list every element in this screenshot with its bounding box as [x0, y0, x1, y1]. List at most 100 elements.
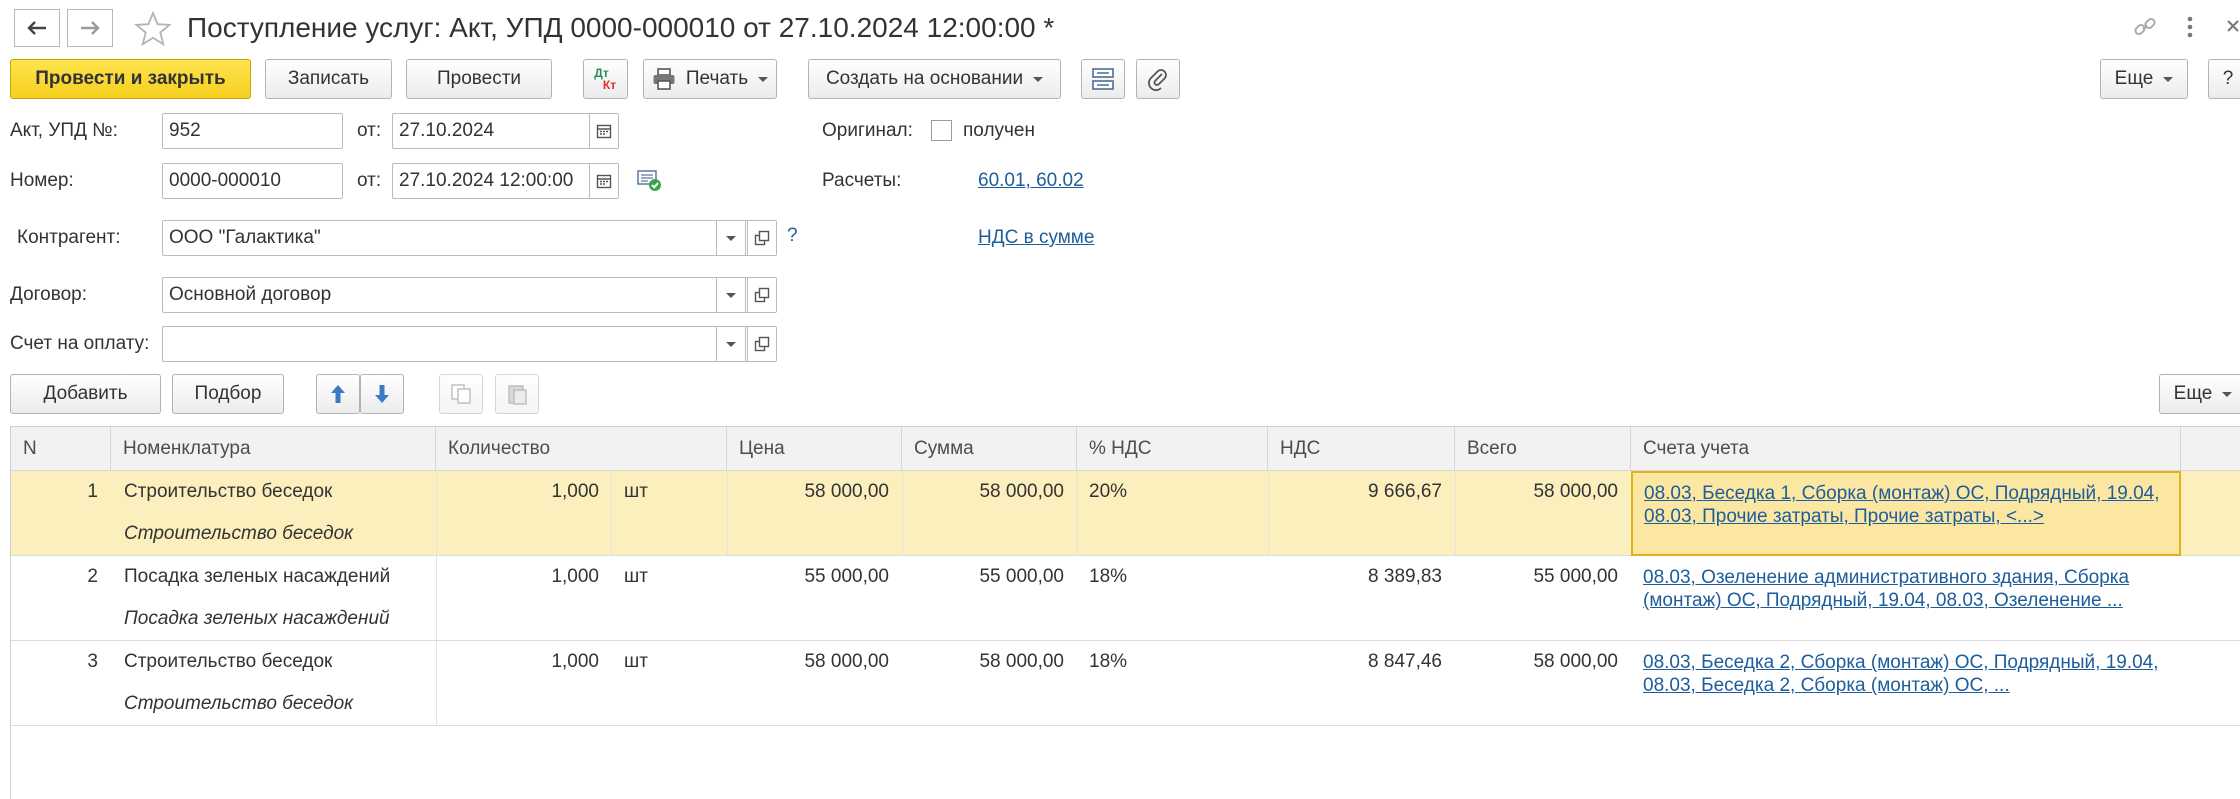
- copy-button[interactable]: [439, 374, 483, 414]
- vat-in-sum-link[interactable]: НДС в сумме: [978, 227, 1094, 249]
- column-header-price[interactable]: Цена: [727, 427, 902, 471]
- chevron-down-icon: [726, 341, 736, 347]
- row-name: Строительство беседок: [124, 481, 333, 502]
- act-number-field[interactable]: 952: [162, 113, 343, 149]
- chevron-down-icon: [2163, 76, 2174, 82]
- help-button[interactable]: ?: [2208, 59, 2240, 99]
- row-name-sub: Строительство беседок: [124, 693, 354, 714]
- column-header-vat[interactable]: НДС: [1268, 427, 1455, 471]
- arrow-left-icon: [27, 21, 46, 35]
- column-header-accounts[interactable]: Счета учета: [1631, 427, 2181, 471]
- structure-button[interactable]: [1081, 59, 1125, 99]
- counterparty-dropdown-button[interactable]: [716, 221, 746, 255]
- more-button[interactable]: Еще: [2100, 59, 2188, 99]
- add-row-button[interactable]: Добавить: [10, 374, 161, 414]
- close-icon[interactable]: [2226, 19, 2240, 33]
- back-button[interactable]: [14, 9, 60, 47]
- act-date-field[interactable]: 27.10.2024: [392, 113, 619, 149]
- row-sum: 58 000,00: [979, 651, 1064, 672]
- table-more-label: Еще: [2173, 383, 2213, 404]
- print-button-label: Печать: [685, 68, 749, 89]
- act-number-label: Акт, УПД №:: [10, 120, 118, 141]
- column-header-nomenclature[interactable]: Номенклатура: [111, 427, 436, 471]
- counterparty-help-link[interactable]: ?: [787, 225, 798, 247]
- row-vat-rate: 20%: [1089, 481, 1128, 502]
- contract-label: Договор:: [10, 284, 88, 305]
- settlements-label: Расчеты:: [822, 170, 902, 191]
- invoice-dropdown-button[interactable]: [716, 327, 746, 361]
- row-accounts-link[interactable]: 08.03, Озеленение административного здан…: [1631, 556, 2181, 641]
- act-date-label: от:: [357, 120, 382, 141]
- document-check-icon[interactable]: [637, 169, 663, 193]
- pick-button[interactable]: Подбор: [172, 374, 284, 414]
- number-field[interactable]: 0000-000010: [162, 163, 343, 199]
- counterparty-label: Контрагент:: [17, 227, 121, 248]
- create-based-on-button[interactable]: Создать на основании: [808, 59, 1061, 99]
- calendar-button[interactable]: [589, 114, 618, 148]
- settlements-link[interactable]: 60.01, 60.02: [978, 170, 1084, 192]
- more-vertical-icon[interactable]: [2186, 15, 2194, 39]
- chevron-down-icon: [758, 76, 769, 82]
- services-table: N Номенклатура Количество Цена Сумма % Н…: [10, 426, 2240, 799]
- save-button[interactable]: Записать: [265, 59, 392, 99]
- table-row[interactable]: 1 Строительство беседок Строительство бе…: [11, 471, 2240, 556]
- calendar-icon: [596, 174, 612, 189]
- move-up-button[interactable]: [316, 374, 360, 414]
- row-vat-rate: 18%: [1089, 651, 1128, 672]
- number-datetime-value: 27.10.2024 12:00:00: [399, 170, 574, 191]
- contract-dropdown-button[interactable]: [716, 278, 746, 312]
- favorite-star-icon[interactable]: [134, 11, 172, 47]
- row-name-sub: Посадка зеленых насаждений: [124, 608, 390, 629]
- dt-kt-button[interactable]: Дт Кт: [583, 59, 628, 99]
- calendar-icon: [596, 124, 612, 139]
- table-row[interactable]: 3 Строительство беседок Строительство бе…: [11, 641, 2240, 726]
- calendar-button[interactable]: [589, 164, 618, 198]
- original-received-checkbox[interactable]: [931, 120, 952, 141]
- table-more-button[interactable]: Еще: [2159, 374, 2240, 414]
- row-total: 58 000,00: [1533, 481, 1618, 502]
- attach-button[interactable]: [1136, 59, 1180, 99]
- row-accounts-link[interactable]: 08.03, Беседка 1, Сборка (монтаж) ОС, По…: [1631, 471, 2181, 556]
- contract-field[interactable]: Основной договор: [162, 277, 777, 313]
- original-received-label: получен: [963, 120, 1035, 141]
- column-header-vat-rate[interactable]: % НДС: [1077, 427, 1268, 471]
- column-header-n[interactable]: N: [11, 427, 111, 471]
- invoice-field[interactable]: [162, 326, 777, 362]
- arrow-right-icon: [81, 21, 100, 35]
- post-button[interactable]: Провести: [406, 59, 552, 99]
- counterparty-field[interactable]: ООО "Галактика": [162, 220, 777, 256]
- print-button[interactable]: Печать: [643, 59, 777, 99]
- paperclip-icon: [1148, 69, 1167, 91]
- contract-open-button[interactable]: [747, 278, 776, 312]
- number-datetime-field[interactable]: 27.10.2024 12:00:00: [392, 163, 619, 199]
- printer-icon: [653, 68, 675, 90]
- row-accounts-link[interactable]: 08.03, Беседка 2, Сборка (монтаж) ОС, По…: [1631, 641, 2181, 726]
- invoice-open-button[interactable]: [747, 327, 776, 361]
- counterparty-open-button[interactable]: [747, 221, 776, 255]
- column-header-sum[interactable]: Сумма: [902, 427, 1077, 471]
- move-down-button[interactable]: [360, 374, 404, 414]
- link-icon[interactable]: [2132, 14, 2158, 40]
- column-header-quantity[interactable]: Количество: [436, 427, 727, 471]
- row-total: 55 000,00: [1533, 566, 1618, 587]
- open-window-icon: [754, 336, 770, 352]
- structure-icon: [1092, 68, 1114, 90]
- more-button-label: Еще: [2114, 68, 2154, 89]
- row-quantity: 1,000: [551, 481, 599, 502]
- table-row[interactable]: 2 Посадка зеленых насаждений Посадка зел…: [11, 556, 2240, 641]
- row-price: 55 000,00: [804, 566, 889, 587]
- create-based-on-label: Создать на основании: [825, 68, 1024, 89]
- arrow-down-icon: [375, 385, 389, 403]
- dt-kt-icon-bottom: Кт: [602, 78, 617, 92]
- row-price: 58 000,00: [804, 651, 889, 672]
- row-number: 3: [87, 651, 98, 672]
- column-header-total[interactable]: Всего: [1455, 427, 1631, 471]
- paste-button[interactable]: [495, 374, 539, 414]
- act-date-value: 27.10.2024: [399, 120, 495, 141]
- number-date-label: от:: [357, 170, 382, 191]
- post-and-close-button[interactable]: Провести и закрыть: [10, 59, 251, 99]
- row-quantity: 1,000: [551, 651, 599, 672]
- row-number: 1: [87, 481, 98, 502]
- forward-button[interactable]: [67, 9, 113, 47]
- row-unit: шт: [624, 651, 648, 672]
